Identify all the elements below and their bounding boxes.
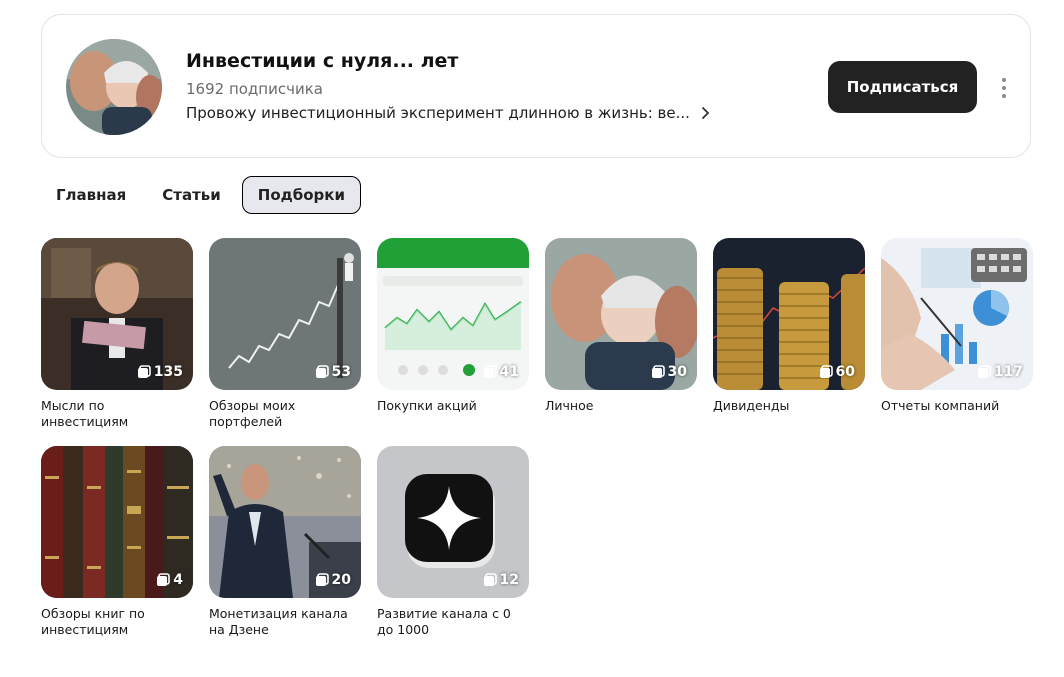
collection-thumbnail: 41 [377,238,529,390]
stack-icon [315,573,329,586]
collection-thumbnail: 4 [41,446,193,598]
collection-thumbnail: 53 [209,238,361,390]
tab-collections[interactable]: Подборки [241,176,361,214]
collection-thumbnail: 30 [545,238,697,390]
item-count: 20 [315,572,351,588]
stack-icon [651,365,665,378]
collection-thumbnail: 117 [881,238,1033,390]
collection-card[interactable]: 41 Покупки акций [377,238,529,414]
item-count: 30 [651,364,687,380]
collection-thumbnail: 20 [209,446,361,598]
stack-icon [483,573,497,586]
collection-title[interactable]: Мысли по инвестициям [41,398,193,430]
collection-card[interactable]: 135 Мысли по инвестициям [41,238,193,430]
item-count-value: 60 [835,364,855,380]
item-count-value: 12 [499,572,519,588]
collection-title[interactable]: Отчеты компаний [881,398,1033,414]
collection-card[interactable]: 20 Монетизация канала на Дзене [209,446,361,638]
item-count: 12 [483,572,519,588]
stack-icon [819,365,833,378]
more-vertical-icon[interactable] [994,75,1014,101]
item-count: 41 [483,364,519,380]
collection-title[interactable]: Личное [545,398,697,414]
collection-title[interactable]: Покупки акций [377,398,529,414]
channel-description-text: Провожу инвестиционный эксперимент длинн… [186,104,690,122]
stack-icon [157,573,171,586]
channel-title[interactable]: Инвестиции с нуля... лет [186,50,458,72]
collection-card[interactable]: 30 Личное [545,238,697,414]
collection-thumbnail: 12 [377,446,529,598]
item-count-value: 53 [331,364,351,380]
subscriber-count: 1692 подписчика [186,80,323,98]
stack-icon [137,365,151,378]
collection-thumbnail: 60 [713,238,865,390]
tab-main[interactable]: Главная [41,176,141,214]
channel-header-card: Инвестиции с нуля... лет 1692 подписчика… [41,14,1031,158]
item-count-value: 41 [499,364,519,380]
channel-avatar[interactable] [66,39,162,135]
item-count: 60 [819,364,855,380]
collection-thumbnail: 135 [41,238,193,390]
chevron-right-icon [702,107,710,119]
item-count: 135 [137,364,183,380]
item-count: 4 [156,572,183,588]
item-count-value: 117 [993,364,1023,380]
collection-card[interactable]: 4 Обзоры книг по инвестициям [41,446,193,638]
collection-title[interactable]: Развитие канала с 0 до 1000 [377,606,529,638]
channel-description[interactable]: Провожу инвестиционный эксперимент длинн… [186,104,712,122]
item-count-value: 135 [153,364,183,380]
item-count-value: 30 [667,364,687,380]
collection-card[interactable]: 117 Отчеты компаний [881,238,1033,414]
item-count-value: 4 [173,572,183,588]
collection-card[interactable]: 53 Обзоры моих портфелей [209,238,361,430]
collection-card[interactable]: 12 Развитие канала с 0 до 1000 [377,446,529,638]
item-count-value: 20 [331,572,351,588]
stack-icon [483,365,497,378]
subscribe-button[interactable]: Подписаться [828,61,977,113]
item-count: 117 [977,364,1023,380]
collection-title[interactable]: Обзоры книг по инвестициям [41,606,193,638]
stack-icon [315,365,329,378]
item-count: 53 [315,364,351,380]
collection-card[interactable]: 60 Дивиденды [713,238,865,414]
channel-tabs: Главная Статьи Подборки [41,176,367,214]
collection-title[interactable]: Обзоры моих портфелей [209,398,361,430]
collection-title[interactable]: Дивиденды [713,398,865,414]
stack-icon [977,365,991,378]
tab-articles[interactable]: Статьи [147,176,236,214]
collection-title[interactable]: Монетизация канала на Дзене [209,606,361,638]
